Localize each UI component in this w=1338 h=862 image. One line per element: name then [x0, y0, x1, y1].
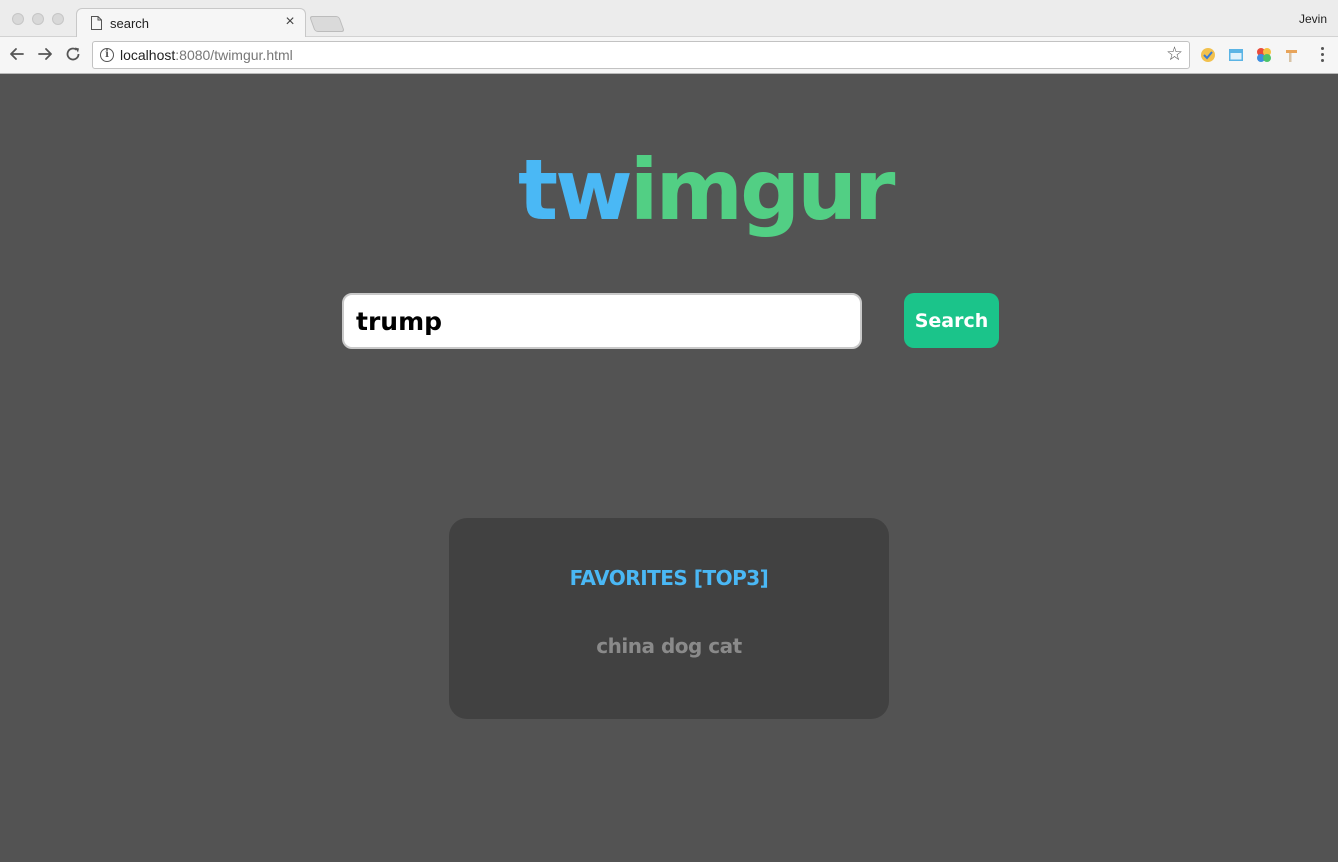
- extension-window-icon[interactable]: [1228, 47, 1244, 63]
- back-arrow-icon[interactable]: [6, 43, 28, 65]
- address-bar[interactable]: i localhost:8080/twimgur.html ☆: [92, 41, 1190, 69]
- browser-tab[interactable]: search ×: [76, 8, 306, 38]
- new-tab-button[interactable]: [309, 16, 345, 32]
- search-button[interactable]: Search: [904, 293, 999, 348]
- tab-title: search: [110, 16, 150, 31]
- favorites-list[interactable]: china dog cat: [449, 634, 889, 658]
- forward-arrow-icon[interactable]: [34, 43, 56, 65]
- minimize-window-button[interactable]: [32, 13, 44, 25]
- close-window-button[interactable]: [12, 13, 24, 25]
- favorites-title: FAVORITES [TOP3]: [569, 566, 769, 590]
- maximize-window-button[interactable]: [52, 13, 64, 25]
- document-icon: [91, 16, 102, 30]
- browser-toolbar: i localhost:8080/twimgur.html ☆: [0, 37, 1338, 74]
- bookmark-star-icon[interactable]: ☆: [1166, 44, 1183, 66]
- url-text[interactable]: localhost:8080/twimgur.html: [120, 47, 293, 63]
- tab-close-icon[interactable]: ×: [281, 13, 299, 31]
- extension-check-icon[interactable]: [1200, 47, 1216, 63]
- search-input[interactable]: [342, 293, 862, 349]
- browser-menu-icon[interactable]: [1321, 47, 1325, 65]
- twimgur-logo: twimgur: [518, 141, 895, 239]
- reload-icon[interactable]: [62, 43, 84, 65]
- favorites-card: FAVORITES [TOP3] china dog cat: [449, 518, 889, 719]
- profile-name[interactable]: Jevin: [1299, 12, 1327, 26]
- extension-colorwheel-icon[interactable]: [1256, 47, 1272, 63]
- extension-hammer-icon[interactable]: [1284, 47, 1300, 63]
- browser-tab-bar: search × Jevin: [0, 0, 1338, 38]
- info-icon[interactable]: i: [100, 48, 114, 62]
